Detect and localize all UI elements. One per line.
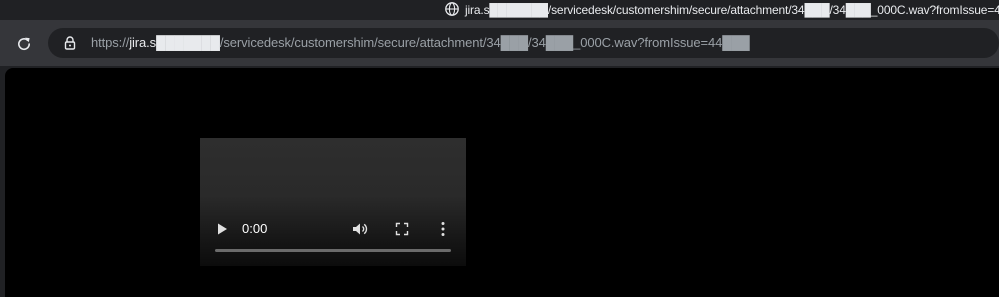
globe-icon	[445, 2, 459, 16]
volume-icon[interactable]	[351, 220, 369, 238]
media-player[interactable]: 0:00	[200, 138, 466, 266]
page-viewport: 0:00	[5, 68, 999, 297]
more-vert-icon[interactable]	[440, 221, 446, 237]
progress-bar[interactable]	[215, 249, 451, 252]
browser-toolbar: https://jira.s███████/servicedesk/custom…	[0, 20, 999, 66]
reload-button[interactable]	[12, 32, 36, 56]
lock-icon[interactable]	[62, 35, 78, 51]
window-title: jira.s███████/servicedesk/customershim/s…	[465, 3, 999, 17]
window-title-bar: jira.s███████/servicedesk/customershim/s…	[0, 0, 999, 20]
url-scheme: https://	[91, 35, 130, 50]
play-icon[interactable]	[215, 222, 229, 236]
current-time: 0:00	[242, 221, 268, 236]
address-bar[interactable]: https://jira.s███████/servicedesk/custom…	[48, 28, 999, 58]
reload-icon	[18, 37, 31, 51]
url-path: /servicedesk/customershim/secure/attachm…	[219, 35, 750, 50]
fullscreen-icon[interactable]	[395, 222, 409, 236]
url-text[interactable]: https://jira.s███████/servicedesk/custom…	[91, 35, 750, 50]
url-host: jira.s███████	[129, 35, 220, 50]
